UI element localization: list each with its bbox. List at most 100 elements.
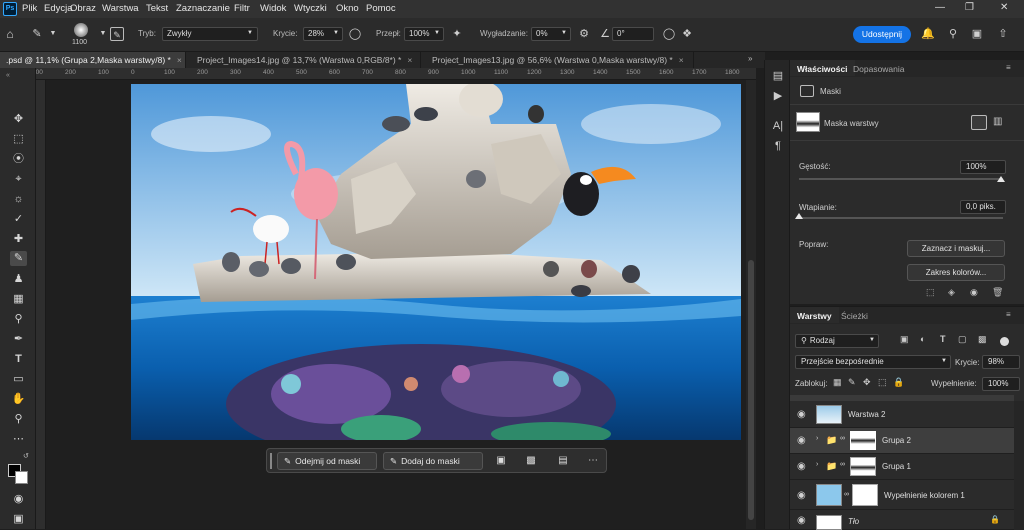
fill-field[interactable]: 100%: [982, 377, 1020, 391]
visibility-eye-icon[interactable]: ◉: [970, 287, 978, 298]
character-icon[interactable]: A|: [770, 118, 786, 134]
menu-item-wtyczki[interactable]: Wtyczki: [294, 3, 327, 14]
quick-mask-icon[interactable]: ◉: [10, 492, 27, 507]
shape-tool-icon[interactable]: ▭: [10, 372, 27, 387]
add-to-mask-button[interactable]: ✎ Dodaj do maski: [383, 452, 483, 470]
visibility-eye-icon[interactable]: ◉: [797, 490, 806, 501]
visibility-eye-icon[interactable]: ◉: [797, 435, 806, 446]
layer-row-background[interactable]: ◉ Tło 🔒: [790, 512, 1014, 530]
menu-item-plik[interactable]: Plik: [22, 3, 37, 14]
flow-field[interactable]: 100% ▼: [404, 27, 444, 41]
tab-paths[interactable]: Ścieżki: [834, 307, 875, 323]
screen-mode-icon[interactable]: ▣: [10, 512, 27, 527]
filter-adjustment-icon[interactable]: ◐: [920, 334, 925, 344]
marquee-tool-icon[interactable]: ⬚: [10, 132, 27, 147]
layer-row-fill-1[interactable]: ◉ ∞ Wypełnienie kolorem 1: [790, 480, 1014, 510]
move-tool-icon[interactable]: ✥: [10, 112, 27, 127]
panel-menu-icon[interactable]: ≡: [1006, 63, 1011, 72]
menu-item-obraz[interactable]: Obraz: [70, 3, 96, 14]
menu-item-edycja[interactable]: Edycja: [44, 3, 73, 14]
mask-settings-icon[interactable]: ▣: [493, 453, 509, 469]
airbrush-icon[interactable]: ✦: [450, 27, 464, 41]
apply-mask-icon[interactable]: ◈: [948, 287, 955, 298]
paragraph-icon[interactable]: ¶: [770, 138, 786, 154]
collapse-icon[interactable]: «: [6, 72, 10, 79]
opacity-field[interactable]: 28% ▼: [303, 27, 343, 41]
background-color-swatch[interactable]: [15, 471, 28, 484]
brush-settings-icon[interactable]: ✎: [110, 27, 124, 41]
density-slider-thumb[interactable]: [997, 176, 1005, 182]
vertical-scrollbar[interactable]: [746, 80, 756, 529]
share-icon[interactable]: ⇧: [996, 27, 1010, 41]
lock-pixels-icon[interactable]: ✎: [848, 377, 856, 388]
load-selection-icon[interactable]: ⬚: [926, 287, 935, 298]
mask-thumbnail[interactable]: [850, 431, 876, 450]
menu-item-zaznaczanie[interactable]: Zaznaczanie: [176, 3, 230, 14]
workspace-icon[interactable]: ▣: [970, 27, 984, 41]
lasso-tool-icon[interactable]: ⦿: [10, 152, 27, 167]
search-icon[interactable]: ⚲: [946, 27, 960, 41]
mask-thumbnail[interactable]: [850, 457, 876, 476]
home-icon[interactable]: ⌂: [3, 27, 17, 41]
mode-select[interactable]: Zwykły ▼: [162, 27, 258, 41]
tab-layers[interactable]: Warstwy: [790, 307, 839, 323]
filter-smart-icon[interactable]: ▩: [978, 334, 987, 345]
menu-item-tekst[interactable]: Tekst: [146, 3, 168, 14]
symmetry-icon[interactable]: ❖: [680, 27, 694, 41]
tab-adjustments[interactable]: Dopasowania: [846, 60, 912, 76]
color-range-button[interactable]: Zakres kolorów...: [907, 264, 1005, 281]
menu-item-filtr[interactable]: Filtr: [234, 3, 250, 14]
blend-mode-select[interactable]: Przejście bezpośrednie ▼: [795, 355, 951, 369]
actions-play-icon[interactable]: ▶: [770, 88, 786, 104]
history-icon[interactable]: ▤: [770, 68, 786, 84]
expand-chevron-icon[interactable]: ›: [816, 435, 818, 442]
density-slider[interactable]: [799, 178, 1003, 180]
trash-icon[interactable]: 🗑: [992, 287, 1003, 298]
fill-mask-icon[interactable]: ▤: [555, 453, 571, 469]
density-field[interactable]: 100%: [960, 160, 1006, 174]
lock-position-icon[interactable]: ✥: [863, 377, 871, 388]
type-tool-icon[interactable]: T: [10, 352, 27, 367]
tab-properties[interactable]: Właściwości: [790, 60, 855, 76]
filter-toggle-icon[interactable]: [1000, 337, 1009, 346]
menu-item-widok[interactable]: Widok: [260, 3, 286, 14]
feather-slider-thumb[interactable]: [795, 213, 803, 219]
close-tab-icon[interactable]: ×: [407, 55, 412, 65]
visibility-eye-icon[interactable]: ◉: [797, 515, 806, 526]
filter-type-icon[interactable]: T: [940, 334, 946, 344]
invert-mask-icon[interactable]: ▩: [523, 453, 539, 469]
select-mask-icon[interactable]: [971, 115, 987, 130]
gear-icon[interactable]: ⚙: [577, 27, 591, 41]
mask-thumbnail[interactable]: [852, 484, 878, 506]
lock-all-icon[interactable]: 🔒: [893, 377, 904, 388]
layer-opacity-field[interactable]: 98%: [982, 355, 1020, 369]
more-tools-icon[interactable]: ⋯: [10, 432, 27, 447]
feather-field[interactable]: 0,0 piks.: [960, 200, 1006, 214]
stamp-tool-icon[interactable]: ♟: [10, 272, 27, 287]
restore-icon[interactable]: ❐: [965, 2, 974, 13]
eyedropper-tool-icon[interactable]: ✓: [10, 212, 27, 227]
lock-artboard-icon[interactable]: ⬚: [878, 377, 887, 388]
visibility-eye-icon[interactable]: ◉: [797, 409, 806, 420]
brush-dropdown-icon[interactable]: ▼: [96, 27, 110, 41]
document-canvas[interactable]: [131, 84, 741, 440]
select-and-mask-button[interactable]: Zaznacz i maskuj...: [907, 240, 1005, 257]
chevron-down-icon[interactable]: ▼: [46, 27, 60, 41]
tab-document-3[interactable]: Project_Images13.jpg @ 56,6% (Warstwa 0,…: [426, 52, 694, 68]
visibility-eye-icon[interactable]: ◉: [797, 461, 806, 472]
close-tab-icon[interactable]: ×: [679, 55, 684, 65]
vector-mask-icon[interactable]: ▥: [993, 116, 1002, 127]
layer-row-warstwa-2[interactable]: ◉ Warstwa 2: [790, 402, 1014, 428]
link-icon[interactable]: ∞: [840, 461, 845, 468]
link-icon[interactable]: ∞: [840, 435, 845, 442]
filter-pixel-icon[interactable]: ▣: [900, 334, 909, 345]
tab-document-1[interactable]: .psd @ 11,1% (Grupa 2,Maska warstwy/8) *…: [0, 52, 186, 68]
bell-icon[interactable]: 🔔: [921, 27, 935, 41]
tab-document-2[interactable]: Project_Images14.jpg @ 13,7% (Warstwa 0,…: [191, 52, 421, 68]
brush-preview-icon[interactable]: [74, 23, 88, 37]
dodge-tool-icon[interactable]: ⚲: [10, 312, 27, 327]
hand-tool-icon[interactable]: ✋: [10, 392, 27, 407]
expand-chevron-icon[interactable]: ›: [816, 461, 818, 468]
quick-selection-tool-icon[interactable]: ☼: [10, 192, 27, 207]
layer-filter-select[interactable]: ⚲ Rodzaj ▼: [795, 334, 879, 348]
